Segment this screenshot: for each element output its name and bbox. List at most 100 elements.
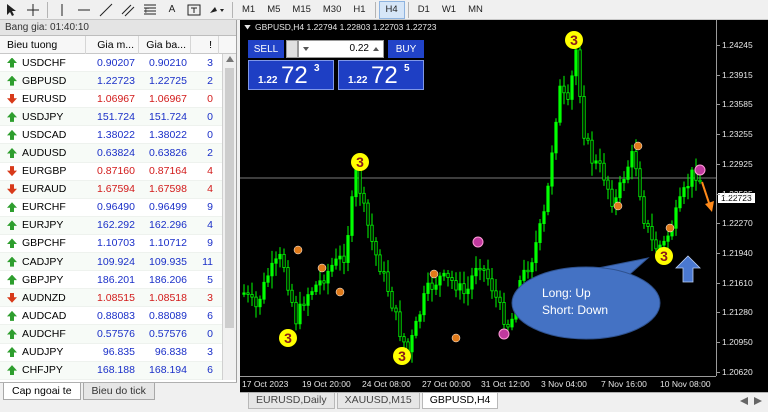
crosshair-icon[interactable] — [22, 1, 44, 19]
market-watch-title: Bang gia: 01:40:10 — [0, 20, 236, 36]
market-watch-row[interactable]: USDJPY 151.724 151.724 0 — [0, 108, 222, 127]
candle-body — [414, 320, 418, 336]
arrow-up-icon — [7, 365, 17, 376]
time-label: 7 Nov 16:00 — [601, 379, 647, 389]
market-watch-row[interactable]: AUDNZD 1.08515 1.08518 3 — [0, 289, 222, 308]
market-watch-row[interactable]: AUDCAD 0.88083 0.88089 6 — [0, 307, 222, 326]
channel-icon[interactable] — [117, 1, 139, 19]
timeframe-h4[interactable]: H4 — [378, 0, 405, 19]
arrow-shapes-icon[interactable] — [205, 1, 229, 19]
market-watch-row[interactable]: GBPCHF 1.10703 1.10712 9 — [0, 234, 222, 254]
sell-price-prefix: 1.22 — [258, 75, 278, 86]
column-ask[interactable]: Gia ba... — [139, 35, 191, 54]
symbol-name: GBPCHF — [22, 237, 66, 250]
market-watch-row[interactable]: EURCHF 0.96490 0.96499 9 — [0, 198, 222, 217]
market-watch-row[interactable]: CHFJPY 168.188 168.194 6 — [0, 361, 222, 380]
market-watch-row[interactable]: AUDJPY 96.835 96.838 3 — [0, 343, 222, 362]
price-label: 1.21610 — [722, 277, 753, 288]
text-label-icon[interactable] — [183, 1, 205, 19]
ask-cell: 0.57576 — [149, 327, 187, 340]
tab-scroll-right-icon[interactable] — [754, 397, 762, 405]
spread-cell: 11 — [202, 255, 213, 268]
chart-tab-eurusd[interactable]: EURUSD,Daily — [248, 393, 335, 409]
text-icon[interactable]: A — [161, 1, 183, 19]
symbol-name: USDJPY — [22, 110, 64, 123]
symbol-cell: AUDNZD — [0, 292, 86, 304]
timeframe-d1[interactable]: D1 — [412, 1, 436, 19]
scroll-up-arrow-icon[interactable] — [226, 56, 234, 62]
trendline-icon[interactable] — [95, 1, 117, 19]
market-watch-row[interactable]: EURAUD 1.67594 1.67598 4 — [0, 180, 222, 199]
ask-cell: 96.838 — [154, 346, 187, 359]
column-bid[interactable]: Gia m... — [86, 35, 139, 54]
arrow-up-icon — [7, 347, 17, 358]
fibonacci-icon[interactable]: F — [139, 1, 161, 19]
market-watch-row[interactable]: EURUSD 1.06967 1.06967 0 — [0, 90, 222, 109]
candle-body — [574, 49, 578, 77]
market-watch-row[interactable]: CADJPY 109.924 109.935 11 — [0, 253, 222, 272]
drawing-toolbar: F A M1 M5 M15 M30 H1 H4 D1 W1 MN — [0, 0, 768, 20]
time-axis[interactable]: 17 Oct 2023 19 Oct 20:00 24 Oct 08:00 27 Oc… — [240, 376, 716, 392]
horizontal-line-icon[interactable] — [73, 1, 95, 19]
chart-tab-xauusd[interactable]: XAUUSD,M15 — [336, 393, 420, 409]
lot-size-value: 0.22 — [349, 43, 369, 54]
candle-body — [250, 294, 254, 298]
arrow-up-icon — [7, 274, 17, 285]
time-label: 17 Oct 2023 — [242, 379, 289, 389]
spread-cell: 3 — [207, 291, 213, 304]
buy-price-prefix: 1.22 — [348, 75, 368, 86]
timeframe-m1[interactable]: M1 — [236, 1, 261, 19]
candle-body — [326, 270, 330, 284]
scrollbar-thumb[interactable] — [225, 68, 234, 328]
ask-cell: 0.88089 — [149, 309, 187, 322]
candle-body — [386, 271, 390, 292]
timeframe-h1[interactable]: H1 — [347, 1, 371, 19]
candle-body — [466, 288, 470, 295]
sell-price-box[interactable]: 1.22 72 3 — [248, 60, 334, 90]
candle-body — [346, 235, 350, 263]
market-watch-row[interactable]: GBPUSD 1.22723 1.22725 2 — [0, 72, 222, 91]
market-watch-row[interactable]: USDCHF 0.90207 0.90210 3 — [0, 54, 222, 73]
lot-increase-icon[interactable] — [373, 47, 379, 51]
timeframe-w1[interactable]: W1 — [436, 1, 462, 19]
sell-button[interactable]: SELL — [248, 40, 284, 58]
chart-menu-icon[interactable] — [244, 24, 251, 30]
market-watch-row[interactable]: USDCAD 1.38022 1.38022 0 — [0, 126, 222, 145]
market-watch-row[interactable]: EURGBP 0.87160 0.87164 4 — [0, 162, 222, 181]
column-symbol[interactable]: Bieu tuong — [0, 35, 86, 54]
candle-body — [646, 223, 650, 227]
tab-tick-chart[interactable]: Bieu do tick — [82, 383, 155, 400]
lot-dropdown-toggle[interactable] — [286, 40, 298, 58]
tab-scroll-left-icon[interactable] — [740, 397, 748, 405]
market-watch-tabs: Cap ngoai te Bieu do tick — [0, 382, 237, 412]
buy-button[interactable]: BUY — [388, 40, 424, 58]
timeframe-mn[interactable]: MN — [462, 1, 489, 19]
buy-price-box[interactable]: 1.22 72 5 — [338, 60, 424, 90]
spread-cell: 4 — [207, 219, 213, 232]
tab-symbols[interactable]: Cap ngoai te — [3, 383, 81, 400]
timeframe-m30[interactable]: M30 — [317, 1, 347, 19]
timeframe-m5[interactable]: M5 — [261, 1, 286, 19]
market-watch-scrollbar[interactable] — [222, 54, 236, 380]
bid-cell: 1.38022 — [97, 128, 135, 141]
cursor-icon[interactable] — [0, 1, 22, 19]
market-watch-row[interactable]: AUDCHF 0.57576 0.57576 0 — [0, 325, 222, 344]
price-tick — [717, 223, 720, 225]
lot-size-input[interactable]: 0.22 — [298, 40, 384, 58]
timeframe-bar: M1 M5 M15 M30 H1 H4 D1 W1 MN — [236, 0, 489, 19]
bid-cell: 1.08515 — [97, 291, 135, 304]
spread-cell: 4 — [207, 165, 213, 178]
market-watch-row[interactable]: GBPJPY 186.201 186.206 5 — [0, 271, 222, 290]
chart-window[interactable]: 3 3 3 3 3 Long: Up Short: Down GBPUSD,H4 1.227… — [240, 20, 768, 392]
candle-body — [682, 187, 686, 198]
chart-tab-gbpusd[interactable]: GBPUSD,H4 — [421, 393, 499, 409]
wave-marker-dot — [613, 201, 623, 211]
market-watch-row[interactable]: AUDUSD 0.63824 0.63826 2 — [0, 144, 222, 163]
candle-body — [686, 185, 690, 189]
price-axis[interactable]: 1.22723 1.24245 1.23915 1.23585 1.23255 1.22… — [716, 20, 768, 377]
timeframe-m15[interactable]: M15 — [286, 1, 316, 19]
market-watch-row[interactable]: EURJPY 162.292 162.296 4 — [0, 216, 222, 235]
column-spread[interactable]: ! — [191, 35, 219, 54]
vertical-line-icon[interactable] — [51, 1, 73, 19]
lot-decrease-icon[interactable] — [303, 47, 309, 51]
